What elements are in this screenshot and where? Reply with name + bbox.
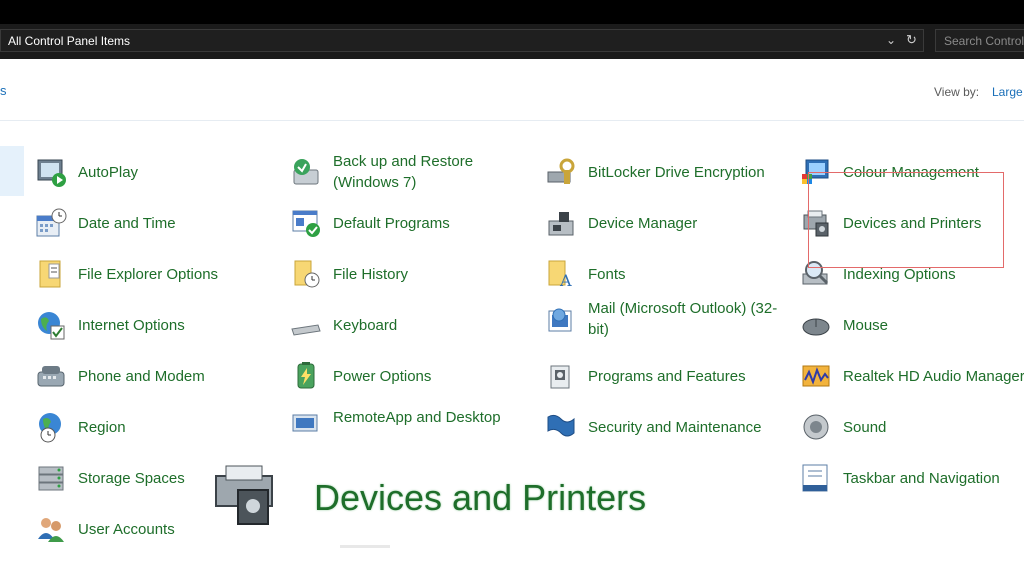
item-indexing-options[interactable]: Indexing Options [799,257,956,291]
default-programs-icon [289,206,323,240]
taskbar-icon [799,461,833,495]
item-label: Taskbar and Navigation [843,469,1000,487]
item-remoteapp[interactable]: RemoteApp and Desktop Connections [289,400,523,434]
svg-text:A: A [559,271,572,290]
item-label: Device Manager [588,214,698,232]
item-label: Sound [843,418,887,436]
item-storage-spaces[interactable]: Storage Spaces [34,461,185,495]
item-backup-and-restore[interactable]: Back up and Restore (Windows 7) [289,151,523,193]
speaker-icon [799,410,833,444]
clock-icon [34,206,68,240]
item-label: RemoteApp and Desktop Connections [333,408,501,426]
item-label: Colour Management [843,163,979,181]
power-icon [289,359,323,393]
address-bar[interactable]: All Control Panel Items ⌄ ↻ [0,29,924,52]
item-phone-and-modem[interactable]: Phone and Modem [34,359,205,393]
view-by-dropdown[interactable]: Large [992,85,1023,99]
item-label: File Explorer Options [78,265,219,283]
item-taskbar-and-navigation[interactable]: Taskbar and Navigation [799,461,1000,495]
backup-icon [289,155,323,189]
storage-icon [34,461,68,495]
item-label: Programs and Features [588,367,746,385]
item-label: Region [78,418,126,436]
item-autoplay[interactable]: AutoPlay [34,155,138,189]
users-icon [34,512,68,546]
item-label: Security and Maintenance [588,418,762,436]
item-mouse[interactable]: Mouse [799,308,888,342]
flag-icon [544,410,578,444]
autoplay-icon [34,155,68,189]
item-label: Phone and Modem [78,367,205,385]
fonts-icon: A [544,257,578,291]
item-label: Devices and Printers [843,214,982,232]
item-colour-management[interactable]: Colour Management [799,155,979,189]
audio-icon [799,359,833,393]
decorative-dash [340,545,390,548]
remoteapp-icon [289,400,323,434]
selection-highlight [0,146,24,196]
view-by-label: View by: [934,85,980,99]
item-user-accounts[interactable]: User Accounts [34,512,175,546]
item-programs-and-features[interactable]: Programs and Features [544,359,746,393]
item-label: User Accounts [78,520,175,538]
item-label: File History [333,265,409,283]
item-label: Internet Options [78,316,185,334]
item-label: Storage Spaces [78,469,185,487]
item-power-options[interactable]: Power Options [289,359,431,393]
search-box[interactable]: Search Control [935,29,1024,52]
folder-options-icon [34,257,68,291]
phone-icon [34,359,68,393]
item-label: Power Options [333,367,432,385]
item-file-explorer-options[interactable]: File Explorer Options [34,257,218,291]
item-device-manager[interactable]: Device Manager [544,206,697,240]
item-file-history[interactable]: File History [289,257,408,291]
item-region[interactable]: Region [34,410,126,444]
indexing-icon [799,257,833,291]
item-realtek-audio[interactable]: Realtek HD Audio Manager [799,359,1024,393]
item-label: Date and Time [78,214,176,232]
item-bitlocker[interactable]: BitLocker Drive Encryption [544,155,765,189]
item-label: Indexing Options [843,265,956,283]
device-manager-icon [544,206,578,240]
item-fonts[interactable]: A Fonts [544,257,626,291]
item-label: BitLocker Drive Encryption [588,163,765,181]
color-management-icon [799,155,833,189]
address-path[interactable]: All Control Panel Items [8,34,130,48]
refresh-icon[interactable]: ↻ [906,32,917,48]
divider [0,120,1024,121]
item-label: Mail (Microsoft Outlook) (32-bit) [588,300,778,338]
printer-icon [212,462,282,533]
mail-icon [544,302,578,336]
globe-icon [34,308,68,342]
item-label: AutoPlay [78,163,139,181]
keyboard-icon [289,308,323,342]
item-security-and-maintenance[interactable]: Security and Maintenance [544,410,761,444]
item-label: Back up and Restore (Windows 7) [333,153,474,191]
region-icon [34,410,68,444]
title-bar [0,0,1024,24]
item-label: Default Programs [333,214,450,232]
zoom-overlay: Devices and Printers [212,462,646,533]
printer-icon [799,206,833,240]
mouse-icon [799,308,833,342]
bitlocker-icon [544,155,578,189]
item-internet-options[interactable]: Internet Options [34,308,185,342]
item-keyboard[interactable]: Keyboard [289,308,397,342]
programs-icon [544,359,578,393]
item-label: Fonts [588,265,626,283]
file-history-icon [289,257,323,291]
item-mail[interactable]: Mail (Microsoft Outlook) (32-bit) [544,298,778,340]
item-date-and-time[interactable]: Date and Time [34,206,176,240]
overlay-title: Devices and Printers [314,476,647,518]
item-label: Mouse [843,316,889,334]
search-placeholder: Search Control [944,34,1024,48]
item-label: Keyboard [333,316,398,334]
chevron-down-icon[interactable]: ⌄ [886,33,896,47]
item-devices-and-printers[interactable]: Devices and Printers [799,206,981,240]
left-clipped-link[interactable]: s [0,83,7,98]
item-sound[interactable]: Sound [799,410,886,444]
item-default-programs[interactable]: Default Programs [289,206,450,240]
item-label: Realtek HD Audio Manager [843,367,1024,385]
